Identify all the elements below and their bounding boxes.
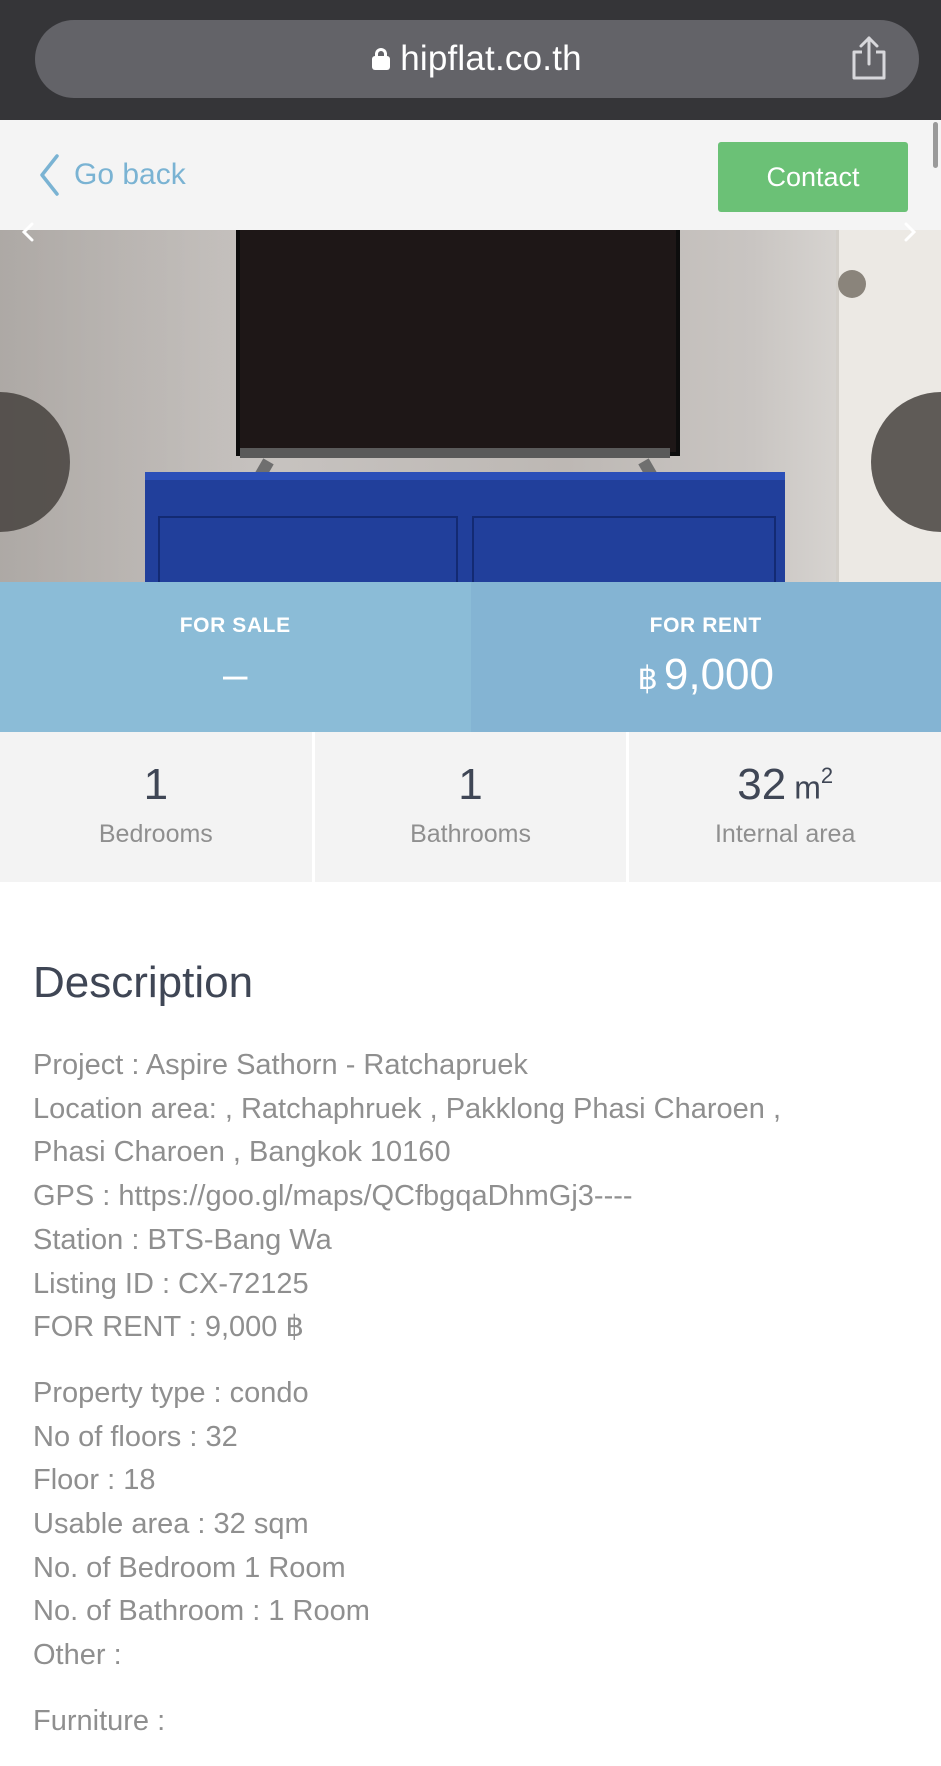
listing-photo [0,230,941,582]
rent-price-panel: FOR RENT ฿ 9,000 [471,582,941,732]
description-line: GPS : https://goo.gl/maps/QCfbgqaDhmGj3-… [33,1175,913,1219]
description-line: Location area: , Ratchaphruek , Pakklong… [33,1088,913,1132]
go-back-label: Go back [74,158,186,192]
share-icon[interactable] [849,34,889,82]
bathrooms-value: 1 [458,760,482,810]
description-group-property: Property type : condo No of floors : 32 … [33,1372,913,1678]
description-group-furniture: Furniture : [33,1700,913,1744]
scrollbar-thumb[interactable] [933,122,938,168]
address-bar[interactable]: hipflat.co.th [35,20,919,98]
chevron-left-icon [20,222,36,242]
area-label: Internal area [715,820,855,849]
description-line: Property type : condo [33,1372,913,1416]
description-line: Project : Aspire Sathorn - Ratchapruek [33,1044,913,1088]
sale-label: FOR SALE [180,614,291,638]
property-stats: 1 Bedrooms 1 Bathrooms 32 m2 Internal ar… [0,732,941,882]
description-line: FOR RENT : 9,000 ฿ [33,1306,913,1350]
description-line: Station : BTS-Bang Wa [33,1219,913,1263]
sale-value-text: – [223,650,247,700]
go-back-link[interactable]: Go back [38,150,186,200]
description-title: Description [33,958,913,1008]
rent-amount: 9,000 [664,650,774,700]
contact-button[interactable]: Contact [718,142,908,212]
stat-bedrooms: 1 Bedrooms [0,732,312,882]
description-line: No of floors : 32 [33,1416,913,1460]
area-number: 32 [737,760,786,810]
description-line: Furniture : [33,1700,913,1744]
area-value: 32 m2 [737,760,833,810]
area-unit: m2 [794,767,833,807]
sale-value: – [223,650,247,700]
area-unit-exponent: 2 [821,763,833,788]
bedrooms-value: 1 [144,760,168,810]
price-row: FOR SALE – FOR RENT ฿ 9,000 [0,582,941,732]
description-line: No. of Bedroom 1 Room [33,1547,913,1591]
bedrooms-label: Bedrooms [99,820,213,849]
chevron-right-icon [902,222,918,242]
url-display: hipflat.co.th [35,20,919,98]
stat-area: 32 m2 Internal area [629,732,941,882]
page-header: Go back Contact [0,120,941,230]
lock-icon [372,48,390,70]
description-line: Other : [33,1634,913,1678]
stat-bathrooms: 1 Bathrooms [315,732,627,882]
photo-tv [236,230,680,456]
description-line: Phasi Charoen , Bangkok 10160 [33,1131,913,1175]
description-line: Floor : 18 [33,1459,913,1503]
sale-price-panel: FOR SALE – [0,582,471,732]
description-group-location: Project : Aspire Sathorn - Ratchapruek L… [33,1044,913,1350]
bathrooms-label: Bathrooms [410,820,531,849]
description-section: Description Project : Aspire Sathorn - R… [33,958,913,1766]
description-line: Listing ID : CX-72125 [33,1263,913,1307]
rent-label: FOR RENT [650,614,762,638]
browser-chrome: hipflat.co.th [0,0,941,120]
description-line: No. of Bathroom : 1 Room [33,1590,913,1634]
chevron-left-icon [38,154,60,196]
baht-symbol: ฿ [638,659,658,697]
rent-value: ฿ 9,000 [638,650,774,700]
description-line: Usable area : 32 sqm [33,1503,913,1547]
url-text: hipflat.co.th [400,39,582,79]
area-unit-base: m [794,770,821,806]
